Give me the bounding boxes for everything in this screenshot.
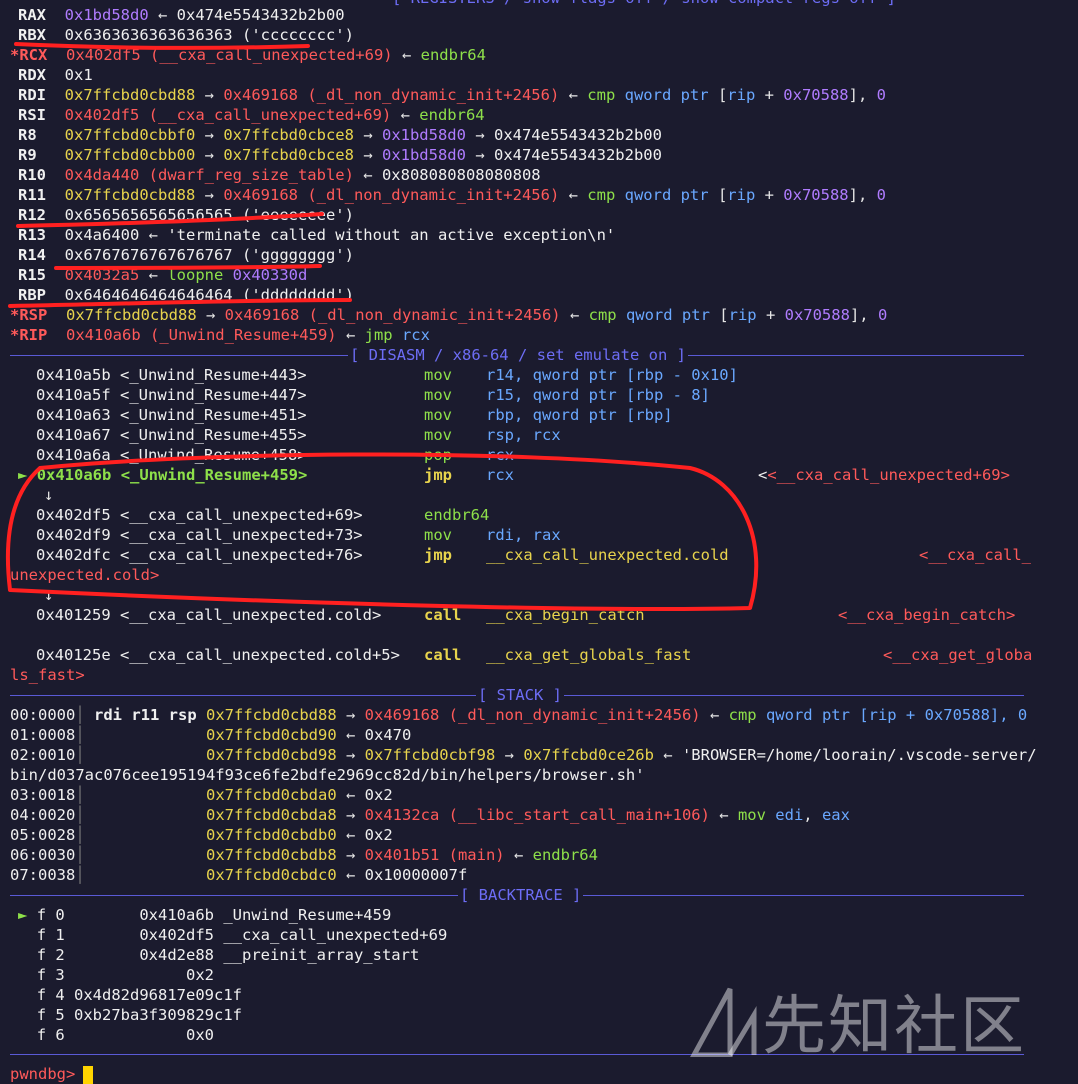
register-r9: R9 0x7ffcbd0cbb00 → 0x7ffcbd0cbce8 → 0x1… [18,146,662,164]
backtrace-header: [ BACKTRACE ] [10,885,1024,905]
disasm-row-ins: mov [424,426,452,444]
backtrace-frame: f 1 0x402df5 __cxa_call_unexpected+69 [36,926,448,944]
disasm-row-ops: __cxa_get_globals_fast [486,646,692,664]
disasm-header-title: [ DISASM / x86-64 / set emulate on ] [348,345,688,365]
stack-row: 02:0010│ 0x7ffcbd0cbd98 → 0x7ffcbd0cbf98… [10,746,1037,764]
disasm-row-ops: __cxa_begin_catch [486,606,645,624]
register-r10: R10 0x4da440 (dwarf_reg_size_table) ← 0x… [18,166,541,184]
register-r8: R8 0x7ffcbd0cbbf0 → 0x7ffcbd0cbce8 → 0x1… [18,126,662,144]
register-rdx: RDX 0x1 [18,66,93,84]
stack-row: 07:0038│ 0x7ffcbd0cbdc0 ← 0x10000007f [10,866,468,884]
disasm-current-ops: rcx [486,466,514,484]
disasm-row-ops: r14, qword ptr [rbp - 0x10] [486,366,738,384]
disasm-row: 0x410a67 <_Unwind_Resume+455> [36,426,307,444]
disasm-jmp-target-wrap: unexpected.cold> [10,566,160,584]
disasm-row-ins: call [424,646,462,664]
disasm-row-ops: rdi, rax [486,526,561,544]
register-rcx: *RCX 0x402df5 (__cxa_call_unexpected+69)… [10,46,486,64]
current-pc-marker-icon: ► [18,466,28,484]
disasm-row-ins: pop [424,446,452,464]
register-rsp: *RSP 0x7ffcbd0cbd88 → 0x469168 (_dl_non_… [10,306,888,324]
stack-row-wrap: bin/d037ac076cee195194f93ce6fe2bdfe2969c… [10,766,645,784]
down-arrow-icon: ↓ [44,486,54,504]
disasm-row-ops: __cxa_call_unexpected.cold [486,546,729,564]
disasm-row-ins: call [424,606,462,624]
disasm-header: [ DISASM / x86-64 / set emulate on ] [10,345,1024,365]
stack-row: 06:0030│ 0x7ffcbd0cbdb8 → 0x401b51 (main… [10,846,598,864]
backtrace-frame: f 5 0xb27ba3f309829c1f [36,1006,242,1024]
disasm-row: 0x402df5 <__cxa_call_unexpected+69> [36,506,363,524]
backtrace-frame: f 6 0x0 [36,1026,214,1044]
disasm-current-row: ► 0x410a6b <_Unwind_Resume+459> [18,466,308,484]
disasm-row-ins: endbr64 [424,506,490,524]
disasm-row: 0x410a63 <_Unwind_Resume+451> [36,406,307,424]
watermark-text: 先知社区 [762,990,1026,1064]
disasm-row-ops: rbp, qword ptr [rbp] [486,406,673,424]
disasm-call-target: <__cxa_begin_catch> [838,606,1016,624]
stack-row: 05:0028│ 0x7ffcbd0cbdb0 ← 0x2 [10,826,393,844]
disasm-jmp-target: <__cxa_call_ [919,546,1031,564]
disasm-row: 0x402dfc <__cxa_call_unexpected+76> [36,546,363,564]
disasm-row-ins: jmp [424,546,452,564]
backtrace-header-title: [ BACKTRACE ] [458,885,584,905]
stack-header: [ STACK ] [10,685,1024,705]
stack-row: 00:0000│ rdi r11 rsp 0x7ffcbd0cbd88 → 0x… [10,706,1028,724]
disasm-row-ops: r15, qword ptr [rbp - 8] [486,386,710,404]
disasm-call-target-wrap: ls_fast> [10,666,85,684]
disasm-row: 0x402df9 <__cxa_call_unexpected+73> [36,526,363,544]
disasm-row: 0x40125e <__cxa_call_unexpected.cold+5> [36,646,400,664]
disasm-row: 0x410a6a <_Unwind_Resume+458> [36,446,307,464]
disasm-current-ins: jmp [424,466,452,484]
frame-marker-icon: ► [18,906,28,924]
stack-row: 03:0018│ 0x7ffcbd0cbda0 ← 0x2 [10,786,393,804]
prompt-label: pwndbg> [10,1065,76,1083]
register-rax: RAX 0x1bd58d0 ← 0x474e5543432b2b00 [18,6,345,24]
command-prompt[interactable]: pwndbg> [10,1064,94,1084]
disasm-row-ins: mov [424,386,452,404]
stack-header-title: [ STACK ] [476,685,564,705]
backtrace-frame: f 4 0x4d82d96817e09c1f [36,986,242,1004]
disasm-row-ins: mov [424,406,452,424]
down-arrow-icon: ↓ [44,586,54,604]
disasm-call-target: <__cxa_get_globa [883,646,1033,664]
stack-row: 04:0020│ 0x7ffcbd0cbda8 → 0x4132ca (__li… [10,806,850,824]
backtrace-frame: f 3 0x2 [36,966,214,984]
register-rdi: RDI 0x7ffcbd0cbd88 → 0x469168 (_dl_non_d… [18,86,886,104]
register-rbp: RBP 0x6464646464646464 ('dddddddd') [18,286,354,304]
register-r13: R13 0x4a6400 ← 'terminate called without… [18,226,616,244]
disasm-row-ops: rsp, rcx [486,426,561,444]
backtrace-frame: f 2 0x4d2e88 __preinit_array_start [36,946,420,964]
disasm-row: 0x410a5f <_Unwind_Resume+447> [36,386,307,404]
register-r14: R14 0x6767676767676767 ('gggggggg') [18,246,354,264]
watermark-logo-icon [689,987,757,1058]
register-r15: R15 0x4032a5 ← loopne 0x40330d [18,266,308,284]
text-cursor[interactable] [83,1065,94,1084]
backtrace-frame: ► f 0 0x410a6b _Unwind_Resume+459 [18,906,392,924]
register-rsi: RSI 0x402df5 (__cxa_call_unexpected+69) … [18,106,485,124]
disasm-row-ops: rcx [486,446,514,464]
disasm-row-ins: mov [424,526,452,544]
register-rbx: RBX 0x6363636363636363 ('cccccccc') [18,26,354,44]
register-r12: R12 0x6565656565656565 ('eeeeeeee') [18,206,354,224]
disasm-current-target: <<__cxa_call_unexpected+69> [758,466,1010,484]
registers-header-title: [ REGISTERS / show-flags off / show-comp… [390,0,898,8]
disasm-row: 0x410a5b <_Unwind_Resume+443> [36,366,307,384]
disasm-row-ins: mov [424,366,452,384]
watermark [689,985,760,1061]
register-rip: *RIP 0x410a6b (_Unwind_Resume+459) ← jmp… [10,326,430,344]
register-r11: R11 0x7ffcbd0cbd88 → 0x469168 (_dl_non_d… [18,186,886,204]
disasm-row: 0x401259 <__cxa_call_unexpected.cold> [36,606,382,624]
stack-row: 01:0008│ 0x7ffcbd0cbd90 ← 0x470 [10,726,412,744]
